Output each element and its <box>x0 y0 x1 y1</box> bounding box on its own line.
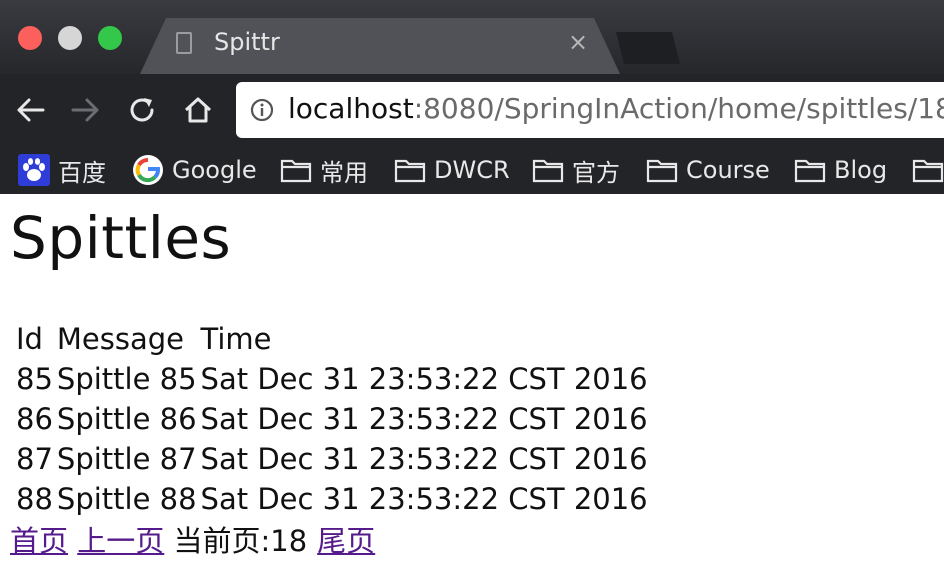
tab-title: Spittr <box>214 28 280 56</box>
bookmark-label: Course <box>686 156 770 184</box>
new-tab-button[interactable] <box>616 32 680 64</box>
cell-message: Spittle 85 <box>56 362 197 396</box>
page-title: Spittles <box>10 204 232 272</box>
url-path: :8080/SpringInAction/home/spittles/18 <box>413 92 944 125</box>
reload-button[interactable] <box>122 90 162 130</box>
cell-message: Spittle 87 <box>56 442 197 476</box>
folder-icon <box>532 159 564 183</box>
page-icon <box>176 32 192 54</box>
browser-toolbar: localhost:8080/SpringInAction/home/spitt… <box>0 74 944 146</box>
table-row: 87 Spittle 87 Sat Dec 31 23:53:22 CST 20… <box>16 440 648 478</box>
cell-id: 85 <box>16 362 53 396</box>
folder-icon <box>794 159 826 183</box>
bookmark-label: 常用 <box>320 158 368 187</box>
info-icon[interactable] <box>250 98 274 122</box>
cell-time: Sat Dec 31 23:53:22 CST 2016 <box>200 362 648 396</box>
forward-button[interactable] <box>66 90 106 130</box>
window-titlebar: Spittr × <box>0 0 944 74</box>
cell-id: 86 <box>16 402 53 436</box>
previous-page-link[interactable]: 上一页 <box>77 524 164 558</box>
folder-icon <box>280 159 312 183</box>
spittles-table: Id Message Time 85 Spittle 85 Sat Dec 31… <box>12 318 652 520</box>
tab-close-icon[interactable]: × <box>568 30 588 54</box>
arrow-right-icon <box>71 98 99 122</box>
baidu-paw-icon <box>18 154 50 186</box>
current-page-indicator: 当前页:18 <box>173 524 308 558</box>
bookmark-google[interactable]: Google <box>132 150 257 190</box>
close-window-button[interactable] <box>18 26 42 50</box>
table-row: 86 Spittle 86 Sat Dec 31 23:53:22 CST 20… <box>16 400 648 438</box>
bookmark-folder-overflow[interactable] <box>912 150 944 190</box>
bookmark-label: DWCR <box>434 156 510 184</box>
url-host: localhost <box>288 92 414 125</box>
bookmark-folder-dwcr[interactable]: DWCR <box>394 150 510 190</box>
table-row: 88 Spittle 88 Sat Dec 31 23:53:22 CST 20… <box>16 480 648 518</box>
bookmark-baidu[interactable]: 百度 <box>18 150 106 190</box>
google-g-icon <box>133 155 163 185</box>
address-bar[interactable]: localhost:8080/SpringInAction/home/spitt… <box>236 82 944 138</box>
url-text: localhost:8080/SpringInAction/home/spitt… <box>288 92 944 125</box>
bookmark-label: 百度 <box>58 158 106 187</box>
cell-message: Spittle 88 <box>56 482 197 516</box>
last-page-link[interactable]: 尾页 <box>317 524 375 558</box>
folder-icon <box>394 159 426 183</box>
bookmark-label: Google <box>172 156 257 184</box>
cell-id: 87 <box>16 442 53 476</box>
bookmark-label: Blog <box>834 156 888 184</box>
table-header-row: Id Message Time <box>16 320 648 358</box>
maximize-window-button[interactable] <box>98 26 122 50</box>
table-row: 85 Spittle 85 Sat Dec 31 23:53:22 CST 20… <box>16 360 648 398</box>
reload-icon <box>130 98 154 122</box>
cell-id: 88 <box>16 482 53 516</box>
cell-message: Spittle 86 <box>56 402 197 436</box>
column-header-time: Time <box>200 322 272 356</box>
bookmark-folder-changyong[interactable]: 常用 <box>280 150 368 190</box>
bookmark-folder-blog[interactable]: Blog <box>794 150 887 190</box>
browser-tab-active[interactable]: Spittr × <box>140 18 620 74</box>
column-header-message: Message <box>56 322 185 356</box>
folder-icon <box>912 159 944 183</box>
arrow-left-icon <box>17 98 45 122</box>
bookmark-label: 官方 <box>572 158 620 187</box>
bookmark-folder-course[interactable]: Course <box>646 150 770 190</box>
bookmark-folder-guanfang[interactable]: 官方 <box>532 150 620 190</box>
bookmarks-bar: 百度 Google 常用 DWCR 官方 Course Blog <box>0 146 944 194</box>
cell-time: Sat Dec 31 23:53:22 CST 2016 <box>200 402 648 436</box>
back-button[interactable] <box>10 90 50 130</box>
cell-time: Sat Dec 31 23:53:22 CST 2016 <box>200 442 648 476</box>
home-button[interactable] <box>178 90 218 130</box>
column-header-id: Id <box>16 322 43 356</box>
minimize-window-button[interactable] <box>58 26 82 50</box>
cell-time: Sat Dec 31 23:53:22 CST 2016 <box>200 482 648 516</box>
folder-icon <box>646 159 678 183</box>
first-page-link[interactable]: 首页 <box>10 524 68 558</box>
pagination: 首页 上一页 当前页:18 尾页 <box>10 518 375 560</box>
home-icon <box>184 97 212 123</box>
